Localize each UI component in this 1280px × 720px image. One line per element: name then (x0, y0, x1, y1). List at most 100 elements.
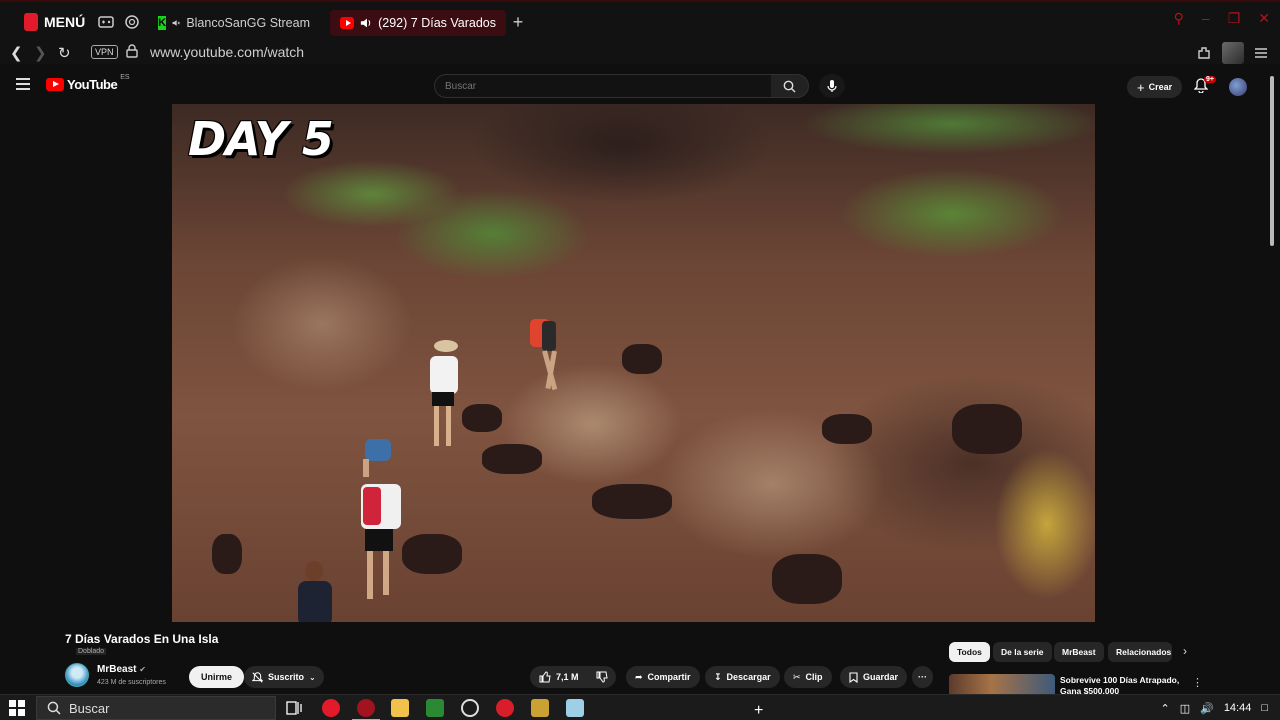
new-tab-button[interactable]: + (510, 12, 526, 32)
lock-icon[interactable] (126, 44, 138, 58)
back-icon[interactable]: ❮ (10, 44, 23, 62)
opera-gx-taskbar-icon[interactable] (322, 699, 340, 717)
windows-start-icon[interactable] (9, 700, 25, 716)
video-title: 7 Días Varados En Una Isla (65, 632, 219, 646)
browser-menu-label: MENÚ (44, 14, 86, 30)
share-button[interactable]: ➦ Compartir (626, 666, 700, 688)
share-icon: ➦ (635, 671, 643, 682)
taskbar-search-box[interactable]: Buscar (36, 696, 276, 720)
thumbs-down-icon (596, 671, 608, 683)
browser-menu-button[interactable]: MENÚ (14, 8, 95, 36)
download-button[interactable]: ↧ Descargar (705, 666, 780, 688)
guide-menu-icon[interactable] (16, 78, 30, 93)
search-input[interactable] (435, 75, 771, 97)
subscriber-count: 423 M de suscriptores (97, 679, 166, 686)
close-icon[interactable]: ✕ (1258, 10, 1270, 27)
chip-de-la-serie[interactable]: De la serie (993, 642, 1052, 662)
subscribed-button[interactable]: Suscrito ⌄ (244, 666, 324, 688)
chips-next-chevron-icon[interactable]: › (1183, 644, 1187, 658)
profile-avatar[interactable] (1222, 42, 1244, 64)
download-icon: ↧ (714, 671, 722, 682)
reload-icon[interactable]: ↻ (58, 44, 71, 62)
account-avatar[interactable] (1229, 78, 1247, 96)
muted-speaker-icon[interactable] (172, 17, 181, 29)
youtube-favicon-icon (340, 17, 354, 29)
scrollbar-thumb[interactable] (1270, 76, 1274, 246)
recommendation-title[interactable]: Sobrevive 100 Días Atrapado, Gana $500.0… (1060, 675, 1190, 694)
notifications-center-icon[interactable]: □ (1261, 702, 1268, 714)
vpn-badge[interactable]: VPN (91, 45, 118, 59)
verified-icon: ✔ (139, 665, 146, 674)
network-icon[interactable]: ◫ (1180, 702, 1190, 715)
more-actions-button[interactable]: ··· (912, 666, 933, 688)
maximize-icon[interactable]: ❐ (1228, 10, 1241, 27)
create-button[interactable]: + Crear (1127, 76, 1183, 98)
easy-setup-icon[interactable] (1254, 46, 1268, 60)
channel-name-text: MrBeast (97, 664, 137, 675)
scissors-icon: ✂ (793, 671, 801, 682)
notepad-icon[interactable] (566, 699, 584, 717)
kick-logo-icon: K (158, 16, 167, 30)
task-view-icon[interactable] (285, 699, 303, 717)
chip-mrbeast[interactable]: MrBeast (1054, 642, 1104, 662)
speaker-icon[interactable] (360, 17, 372, 29)
chip-relacionados[interactable]: Relacionados (1108, 642, 1172, 662)
taskbar-search-placeholder: Buscar (69, 700, 110, 716)
day-overlay-text: DAY 5 (188, 112, 334, 166)
windows-taskbar: Buscar + ⌃ ◫ 🔊 14:44 □ (0, 694, 1280, 720)
chip-todos[interactable]: Todos (949, 642, 990, 662)
bell-off-icon (252, 671, 263, 683)
tab-blancosangg-stream[interactable]: K BlancoSanGG Stream (148, 10, 320, 36)
clock-time[interactable]: 14:44 (1224, 702, 1252, 714)
youtube-logo[interactable]: YouTube ES (46, 74, 130, 92)
opera-logo-icon (24, 13, 38, 31)
gamepad-icon[interactable] (98, 14, 114, 30)
browser-toolbar-right (1196, 42, 1268, 64)
xbox-app-icon[interactable] (426, 699, 444, 717)
search-tabs-icon[interactable]: ⚲ (1174, 10, 1184, 27)
opera-browser-taskbar-icon[interactable] (357, 699, 375, 717)
join-button[interactable]: Unirme (189, 666, 245, 688)
search-button[interactable] (771, 74, 809, 98)
search-box[interactable] (434, 74, 772, 98)
bookmark-icon (849, 671, 858, 683)
dislike-button[interactable] (588, 666, 616, 688)
like-count: 7,1 M (556, 672, 579, 682)
voice-search-button[interactable] (819, 74, 845, 98)
tab-youtube-video[interactable]: (292) 7 Días Varados (330, 10, 506, 36)
browser-tab-strip: MENÚ K BlancoSanGG Stream (292) 7 Días V… (0, 0, 1280, 42)
channel-name[interactable]: MrBeast ✔ (97, 664, 146, 675)
file-explorer-icon[interactable] (391, 699, 409, 717)
create-label: Crear (1148, 82, 1173, 92)
notification-badge: 9+ (1204, 76, 1216, 83)
recommendation-thumbnail[interactable] (949, 674, 1055, 694)
minimize-icon[interactable]: – (1202, 10, 1210, 27)
hiker-figure (298, 561, 332, 622)
minecraft-launcher-icon[interactable] (531, 699, 549, 717)
youtube-play-icon (46, 78, 64, 91)
hiker-figure (530, 319, 558, 391)
forward-icon[interactable]: ❯ (34, 44, 47, 62)
volume-icon[interactable]: 🔊 (1200, 702, 1214, 715)
page-scrollbar[interactable] (1268, 68, 1276, 688)
recommendation-menu-icon[interactable]: ⋮ (1192, 676, 1203, 689)
dubbed-badge: Doblado (76, 648, 107, 655)
tray-chevron-up-icon[interactable]: ⌃ (1160, 702, 1169, 715)
video-player[interactable]: DAY 5 (172, 104, 1095, 622)
ai-aria-icon[interactable] (124, 14, 140, 30)
rock (462, 404, 502, 432)
rock (402, 534, 462, 574)
url-field[interactable]: www.youtube.com/watch (150, 44, 304, 60)
subscribed-label: Suscrito (268, 672, 305, 682)
address-bar: ❮ ❯ ↻ VPN www.youtube.com/watch (0, 42, 1280, 64)
clip-button[interactable]: ✂ Clip (784, 666, 832, 688)
opera-secondary-icon[interactable] (496, 699, 514, 717)
steam-icon[interactable] (461, 699, 479, 717)
channel-avatar[interactable] (65, 663, 89, 687)
tab-label: BlancoSanGG Stream (186, 16, 310, 30)
window-controls: ⚲ – ❐ ✕ (1174, 10, 1270, 27)
save-button[interactable]: Guardar (840, 666, 908, 688)
like-button[interactable]: 7,1 M (530, 666, 588, 688)
extensions-icon[interactable] (1196, 45, 1212, 61)
hiker-figure (430, 340, 458, 446)
